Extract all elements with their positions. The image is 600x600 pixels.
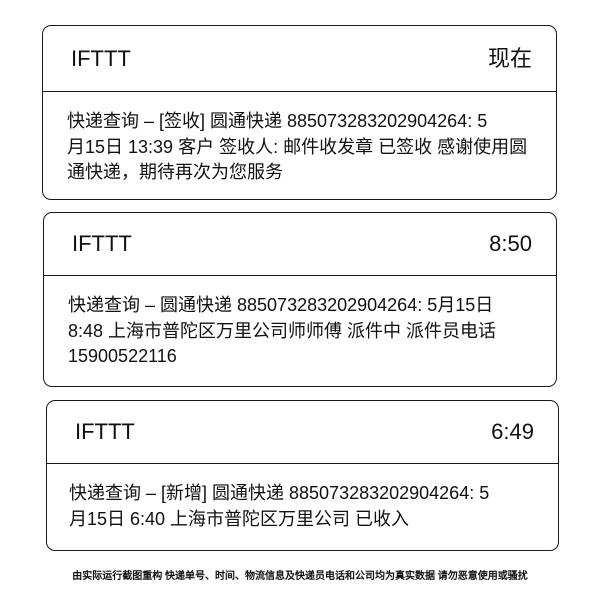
message-line: 月15日 13:39 客户 签收人: 邮件收发章 已签收 感谢使用圆: [67, 136, 528, 157]
message-line: 8:48 上海市普陀区万里公司师师傅 派件中 派件员电话: [68, 320, 497, 341]
app-name: IFTTT: [71, 45, 131, 71]
notification-time: 8:50: [489, 231, 532, 256]
notification-header: IFTTT 8:50: [44, 213, 556, 276]
notification-card[interactable]: IFTTT 现在 快递查询 – [签收] 圆通快递 88507328320290…: [42, 25, 557, 200]
notification-header: IFTTT 现在: [43, 26, 556, 92]
message-line: 快递查询 – 圆通快递 885073283202904264: 5月15日: [68, 295, 494, 315]
message-line: 快递查询 – [新增] 圆通快递 885073283202904264: 5: [69, 483, 490, 503]
message-line: 月15日 6:40 上海市普陀区万里公司 已收入: [69, 508, 410, 529]
notification-time: 现在: [487, 45, 532, 71]
notification-card[interactable]: IFTTT 8:50 快递查询 – 圆通快递 88507328320290426…: [43, 212, 557, 387]
message-line: 15900522116: [68, 346, 177, 366]
app-name: IFTTT: [72, 231, 132, 256]
app-name: IFTTT: [75, 419, 135, 444]
notification-header: IFTTT 6:49: [47, 401, 558, 464]
notification-card[interactable]: IFTTT 6:49 快递查询 – [新增] 圆通快递 885073283202…: [46, 400, 559, 551]
notification-body: 快递查询 – 圆通快递 885073283202904264: 5月15日 8:…: [44, 276, 556, 370]
message-line: 通快递，期待再次为您服务: [67, 162, 283, 182]
message-line: 快递查询 – [签收] 圆通快递 885073283202904264: 5: [67, 111, 488, 131]
notification-time: 6:49: [491, 419, 534, 444]
notification-body: 快递查询 – [新增] 圆通快递 885073283202904264: 5 月…: [47, 464, 558, 532]
notification-body: 快递查询 – [签收] 圆通快递 885073283202904264: 5 月…: [43, 92, 556, 186]
footer-caption: 由实际运行截图重构 快递单号、时间、物流信息及快递员电话和公司均为真实数据 请勿…: [72, 571, 528, 582]
